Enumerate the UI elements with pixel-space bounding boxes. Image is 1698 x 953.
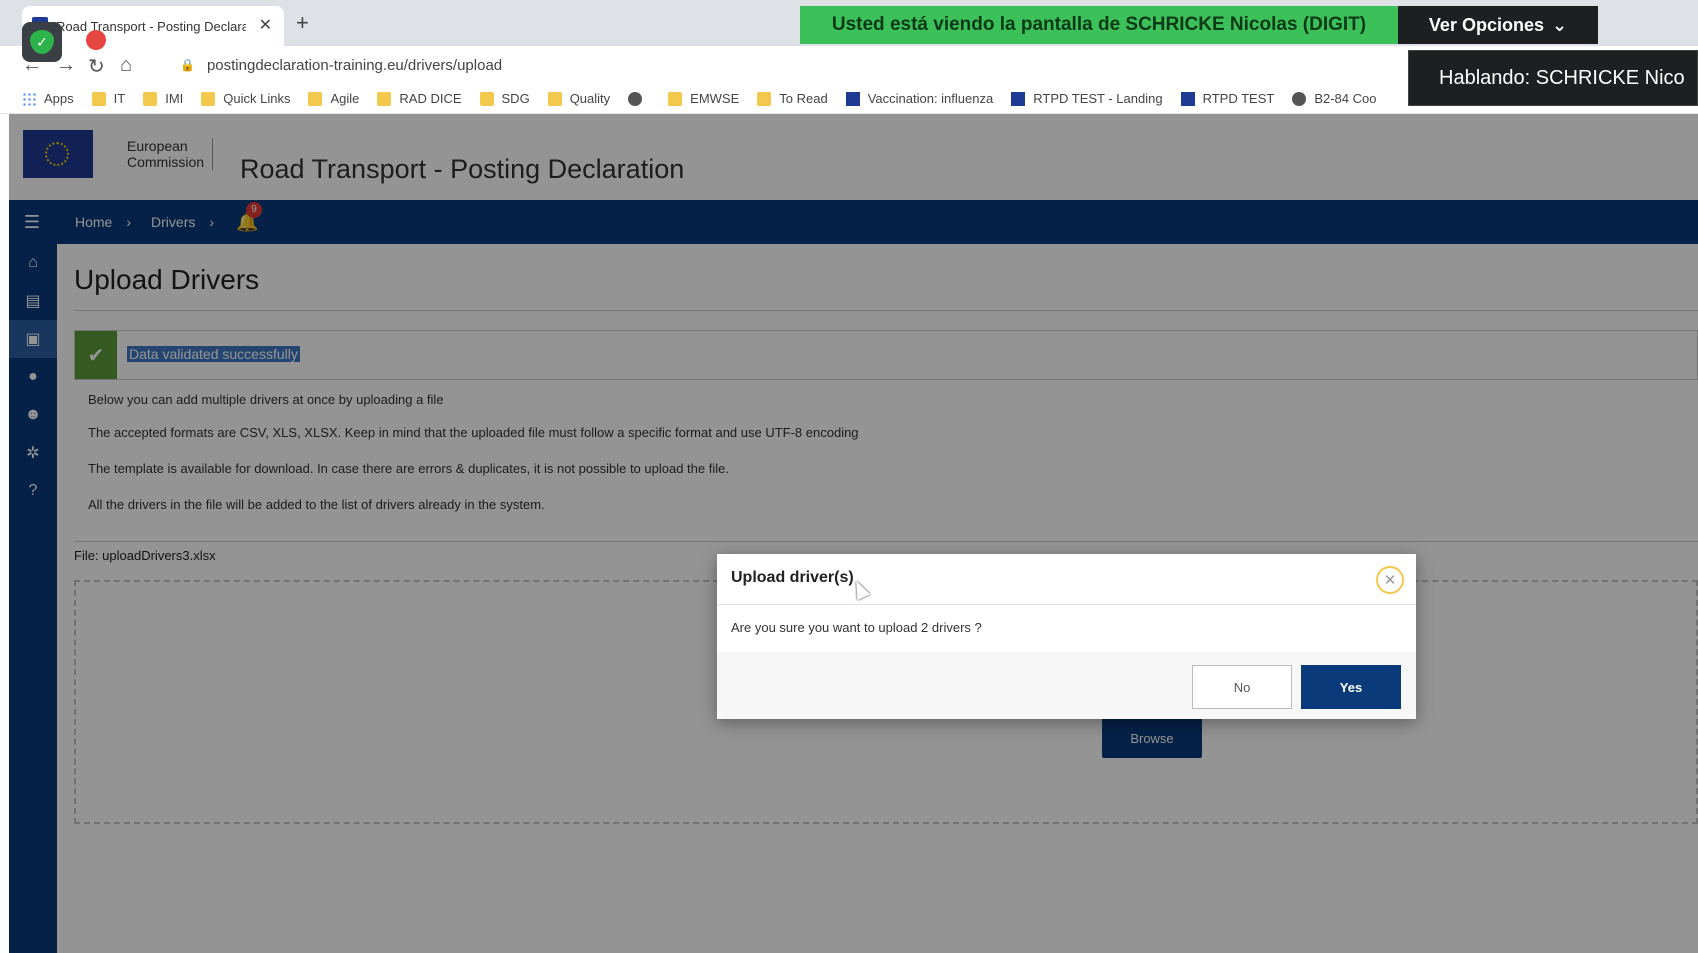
bookmark-it[interactable]: IT xyxy=(91,91,125,106)
upload-confirm-dialog: Upload driver(s) ✕ Are you sure you want… xyxy=(717,554,1416,719)
close-icon[interactable]: ✕ xyxy=(1376,566,1404,594)
bookmark-quality[interactable]: Quality xyxy=(547,91,610,106)
site-icon xyxy=(1292,91,1307,106)
bookmark-to-read[interactable]: To Read xyxy=(757,91,828,106)
folder-icon xyxy=(143,91,158,106)
bookmark-quick-links[interactable]: Quick Links xyxy=(201,91,290,106)
bookmark-rtpd-landing[interactable]: RTPD TEST - Landing xyxy=(1011,91,1163,106)
folder-icon xyxy=(668,91,683,106)
dialog-message: Are you sure you want to upload 2 driver… xyxy=(731,620,982,635)
bookmark-apps[interactable]: Apps xyxy=(22,91,74,106)
bookmark-sdg[interactable]: SDG xyxy=(479,91,530,106)
vpn-shield-icon[interactable]: ✓ xyxy=(22,22,62,62)
bookmark-rad-dice[interactable]: RAD DICE xyxy=(377,91,462,106)
eu-flag-icon xyxy=(845,91,860,106)
eu-flag-icon xyxy=(1011,91,1026,106)
bookmark-vaccination[interactable]: Vaccination: influenza xyxy=(845,91,993,106)
eu-flag-icon xyxy=(1180,91,1195,106)
bookmark-globe[interactable] xyxy=(628,91,650,106)
folder-icon xyxy=(757,91,772,106)
url-text: postingdeclaration-training.eu/drivers/u… xyxy=(206,56,503,74)
folder-icon xyxy=(547,91,562,106)
reload-icon[interactable]: ↻ xyxy=(88,54,105,79)
tab-title: Road Transport - Posting Declara xyxy=(56,18,246,34)
tab-close-icon[interactable]: ✕ xyxy=(259,15,272,35)
bookmark-rtpd-test[interactable]: RTPD TEST xyxy=(1180,91,1274,106)
folder-icon xyxy=(308,91,323,106)
dialog-title: Upload driver(s) xyxy=(731,569,854,586)
globe-icon xyxy=(628,91,643,106)
yes-button[interactable]: Yes xyxy=(1301,665,1401,709)
divider xyxy=(717,604,1416,605)
modal-backdrop[interactable] xyxy=(9,114,1698,953)
lock-icon: 🔒 xyxy=(180,58,195,72)
folder-icon xyxy=(377,91,392,106)
bookmark-imi[interactable]: IMI xyxy=(143,91,183,106)
folder-icon xyxy=(201,91,216,106)
bookmark-emwse[interactable]: EMWSE xyxy=(668,91,739,106)
dialog-footer: No Yes xyxy=(717,652,1416,719)
apps-grid-icon xyxy=(22,91,36,106)
folder-icon xyxy=(91,91,106,106)
folder-icon xyxy=(479,91,494,106)
bookmark-b2-84[interactable]: B2-84 Coo xyxy=(1292,91,1376,106)
address-bar[interactable]: 🔒 postingdeclaration-training.eu/drivers… xyxy=(168,50,1388,80)
view-options-label: Ver Opciones xyxy=(1428,14,1544,35)
screen-share-banner: Usted está viendo la pantalla de SCHRICK… xyxy=(800,6,1398,44)
speaking-indicator: Hablando: SCHRICKE Nico xyxy=(1408,50,1698,106)
no-button[interactable]: No xyxy=(1192,665,1292,709)
view-options-button[interactable]: Ver Opciones ⌄ xyxy=(1398,6,1598,44)
home-icon[interactable]: ⌂ xyxy=(120,54,132,77)
recording-indicator-icon xyxy=(86,30,106,50)
chevron-down-icon: ⌄ xyxy=(1551,14,1568,35)
new-tab-button[interactable]: + xyxy=(296,10,309,36)
bookmark-agile[interactable]: Agile xyxy=(308,91,359,106)
